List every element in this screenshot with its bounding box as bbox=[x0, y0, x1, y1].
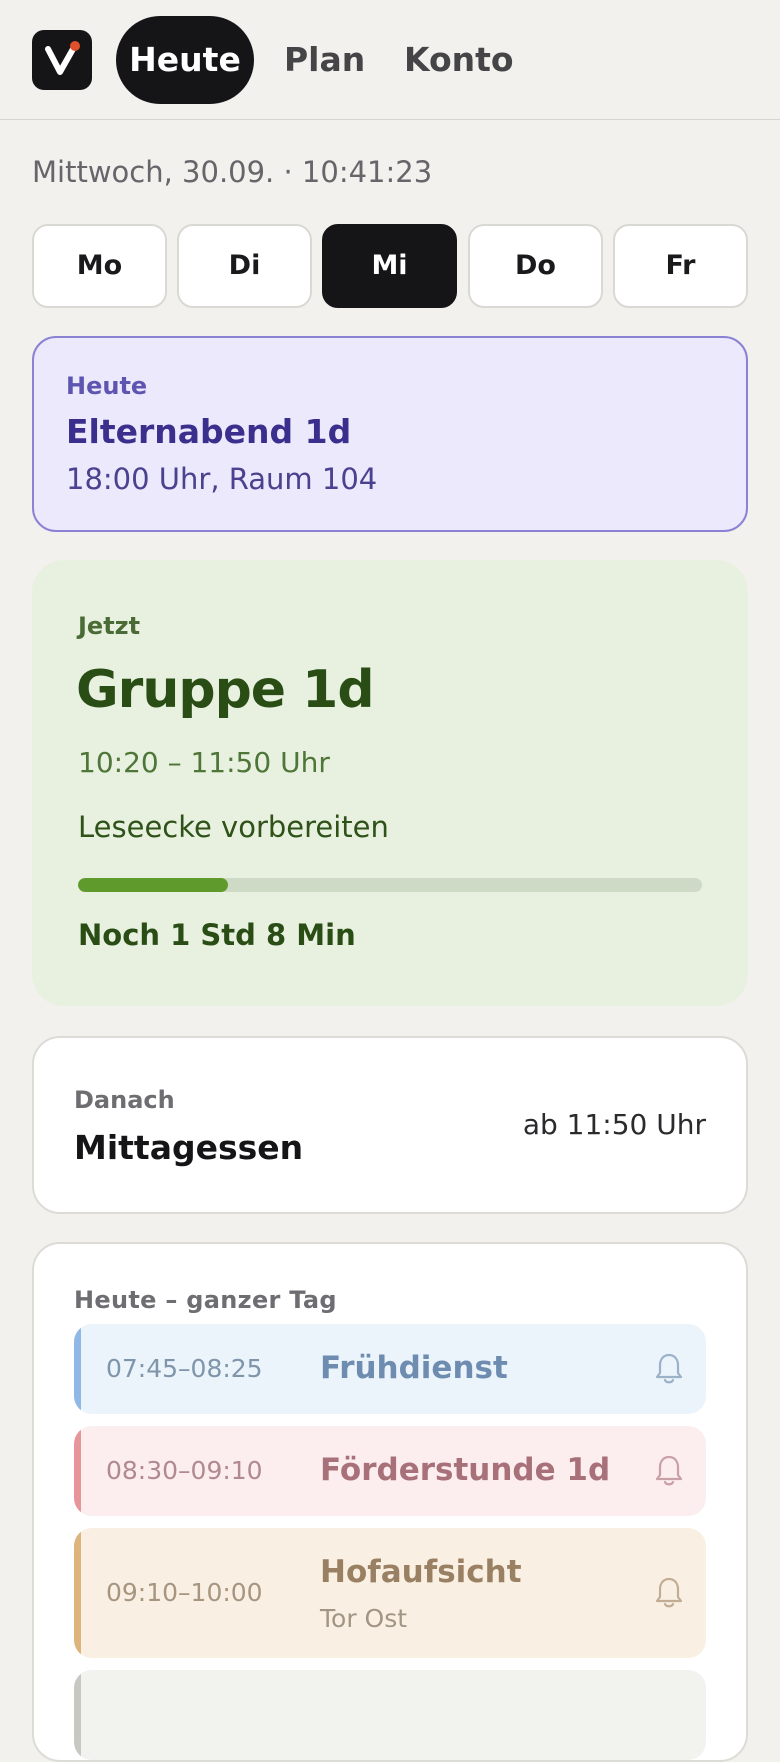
next-start-time: ab 11:50 Uhr bbox=[522, 1108, 706, 1141]
schedule-item[interactable]: 07:45–08:25 Frühdienst bbox=[74, 1324, 706, 1414]
event-title: Elternabend 1d bbox=[66, 412, 352, 451]
top-navigation: Heute Plan Konto bbox=[0, 0, 780, 120]
lesson-progress-bar bbox=[78, 878, 702, 892]
slot-time: 07:45–08:25 bbox=[106, 1354, 263, 1383]
schedule-item[interactable]: 09:10–10:00 Hofaufsicht Tor Ost bbox=[74, 1528, 706, 1658]
tab-heute[interactable]: Heute bbox=[116, 16, 254, 104]
current-task: Leseecke vorbereiten bbox=[78, 810, 389, 844]
schedule-item[interactable] bbox=[74, 1670, 706, 1760]
current-date-time: Mittwoch, 30.09. · 10:41:23 bbox=[32, 155, 433, 189]
schedule-title: Heute – ganzer Tag bbox=[74, 1286, 337, 1314]
slot-title: Hofaufsicht bbox=[320, 1554, 522, 1590]
current-kicker: Jetzt bbox=[78, 612, 141, 640]
day-button-mo[interactable]: Mo bbox=[32, 224, 167, 308]
day-button-mi[interactable]: Mi bbox=[322, 224, 457, 308]
next-kicker: Danach bbox=[74, 1086, 175, 1114]
event-card[interactable]: Heute Elternabend 1d 18:00 Uhr, Raum 104 bbox=[32, 336, 748, 532]
slot-location: Tor Ost bbox=[320, 1604, 408, 1633]
lesson-progress-fill bbox=[78, 878, 228, 892]
day-button-fr[interactable]: Fr bbox=[613, 224, 748, 308]
slot-title: Förderstunde 1d bbox=[320, 1452, 611, 1488]
schedule-item[interactable]: 08:30–09:10 Förderstunde 1d bbox=[74, 1426, 706, 1516]
full-day-schedule: Heute – ganzer Tag 07:45–08:25 Frühdiens… bbox=[32, 1242, 748, 1762]
slot-title: Frühdienst bbox=[320, 1350, 508, 1386]
current-lesson-card[interactable]: Jetzt Gruppe 1d 10:20 – 11:50 Uhr Leseec… bbox=[32, 560, 748, 1006]
weekday-selector: Mo Di Mi Do Fr bbox=[32, 224, 748, 308]
time-remaining: Noch 1 Std 8 Min bbox=[78, 918, 356, 952]
slot-color-bar bbox=[74, 1670, 81, 1760]
current-time-range: 10:20 – 11:50 Uhr bbox=[78, 746, 330, 779]
app-logo-icon[interactable] bbox=[32, 30, 92, 90]
bell-icon[interactable] bbox=[654, 1454, 684, 1488]
next-lesson-card[interactable]: Danach Mittagessen ab 11:50 Uhr bbox=[32, 1036, 748, 1214]
bell-icon[interactable] bbox=[654, 1352, 684, 1386]
current-title: Gruppe 1d bbox=[76, 660, 375, 720]
slot-time: 08:30–09:10 bbox=[106, 1456, 263, 1485]
bell-icon[interactable] bbox=[654, 1576, 684, 1610]
slot-color-bar bbox=[74, 1324, 81, 1414]
event-detail: 18:00 Uhr, Raum 104 bbox=[66, 462, 378, 496]
slot-color-bar bbox=[74, 1528, 81, 1658]
tab-konto[interactable]: Konto bbox=[382, 16, 536, 104]
next-title: Mittagessen bbox=[74, 1128, 304, 1167]
tab-plan[interactable]: Plan bbox=[262, 16, 387, 104]
event-kicker: Heute bbox=[66, 372, 148, 400]
day-button-do[interactable]: Do bbox=[468, 224, 603, 308]
slot-time: 09:10–10:00 bbox=[106, 1578, 263, 1607]
day-button-di[interactable]: Di bbox=[177, 224, 312, 308]
slot-color-bar bbox=[74, 1426, 81, 1516]
